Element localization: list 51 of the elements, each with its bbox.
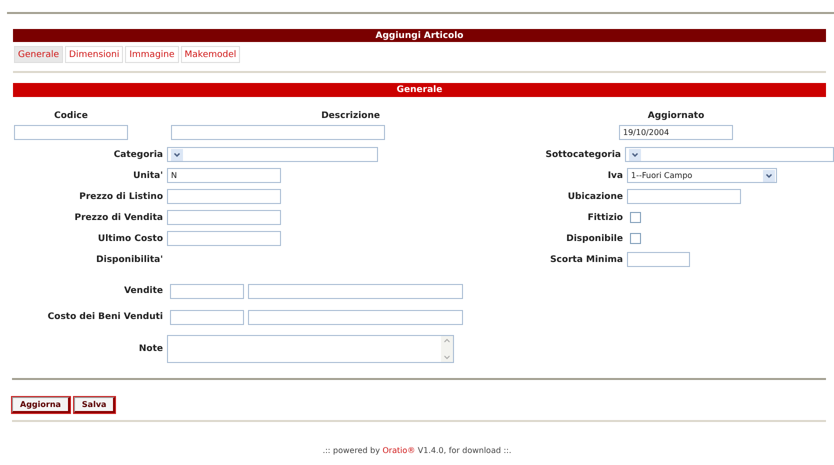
text-field[interactable] (167, 189, 281, 204)
field-label: Fittizio (588, 212, 623, 222)
text-field[interactable] (627, 252, 690, 267)
field-label: Unita' (133, 170, 163, 180)
scrollbar-icon (441, 336, 453, 362)
note-field[interactable] (167, 335, 454, 363)
text-field[interactable] (248, 310, 463, 324)
caret-icon (763, 170, 775, 182)
dropdown[interactable] (625, 147, 834, 162)
footer-text: .:: powered by Oratio® V1.4.0, for download ::. (322, 446, 512, 455)
text-field[interactable]: N (167, 168, 281, 183)
text-field[interactable] (627, 189, 741, 204)
button[interactable]: Aggiorna (12, 397, 70, 413)
text-field[interactable] (167, 210, 281, 225)
field-label: Costo dei Beni Venduti (48, 312, 163, 322)
section-bar: Generale (13, 83, 826, 97)
field-label: Sottocategoria (546, 150, 621, 160)
text-field[interactable] (170, 310, 244, 324)
dropdown[interactable] (167, 147, 378, 162)
text-field[interactable] (171, 125, 385, 140)
field-label: Vendite (124, 286, 163, 296)
field-label: Categoria (114, 150, 163, 160)
title-bar: Aggiungi Articolo (13, 29, 826, 42)
tab[interactable]: Makemodel (180, 46, 240, 63)
field-label: Ultimo Costo (98, 234, 163, 244)
checkbox[interactable] (630, 212, 641, 223)
field-label: Descrizione (321, 111, 380, 121)
caret-icon (171, 148, 183, 160)
field-label: Scorta Minima (550, 254, 623, 264)
field-label: Disponibilita' (96, 254, 163, 264)
text-field[interactable]: 19/10/2004 (619, 125, 733, 140)
text-field[interactable] (170, 284, 244, 298)
text-field[interactable] (167, 231, 281, 246)
tab[interactable]: Dimensioni (65, 46, 124, 63)
field-label: Prezzo di Vendita (74, 212, 163, 222)
field-label: Aggiornato (648, 111, 704, 121)
field-label: Ubicazione (568, 192, 623, 202)
field-label: Note (138, 344, 163, 354)
text-field[interactable] (14, 125, 128, 140)
field-label: Iva (608, 170, 623, 180)
caret-icon (629, 148, 641, 160)
field-label: Codice (54, 111, 88, 121)
link[interactable]: Oratio® (382, 446, 416, 455)
field-label: Prezzo di Listino (79, 192, 163, 202)
button[interactable]: Salva (74, 397, 116, 413)
checkbox[interactable] (630, 233, 641, 244)
dropdown[interactable]: 1--Fuori Campo (627, 168, 777, 183)
tab[interactable]: Generale (14, 46, 64, 63)
field-label: Disponibile (566, 234, 623, 244)
tab[interactable]: Immagine (125, 46, 179, 63)
text-field[interactable] (248, 284, 463, 298)
